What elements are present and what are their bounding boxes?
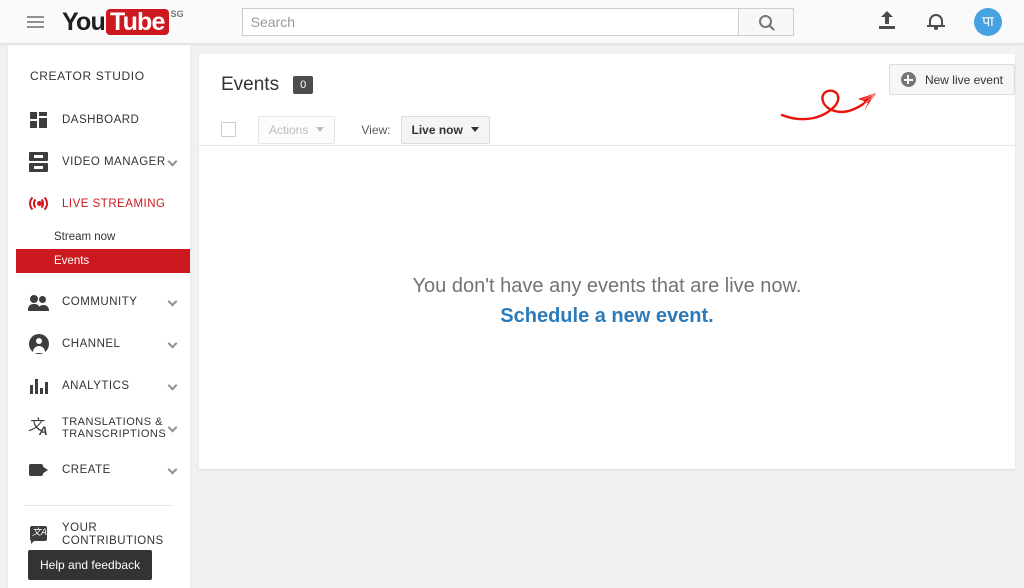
sidebar-item-label: CHANNEL [62, 338, 120, 351]
schedule-new-event-link[interactable]: Schedule a new event. [199, 305, 1015, 328]
search-area [242, 8, 794, 36]
upload-icon[interactable] [876, 11, 898, 33]
sidebar-subitem-stream-now[interactable]: Stream now [8, 225, 190, 249]
channel-icon [28, 333, 50, 355]
select-all-checkbox[interactable] [221, 122, 236, 137]
hamburger-menu-icon[interactable] [18, 5, 52, 39]
sidebar-item-label: YOUR CONTRIBUTIONS [62, 522, 190, 548]
chevron-down-icon [471, 127, 479, 132]
view-label: View: [361, 123, 390, 137]
events-toolbar: Actions View: Live now [199, 96, 1015, 146]
sidebar-item-label: CREATE [62, 464, 111, 477]
bell-icon[interactable] [926, 11, 946, 33]
masthead-actions: पा [876, 8, 1002, 36]
page-title: Events [221, 74, 279, 96]
create-icon [28, 459, 50, 481]
sidebar-subitem-events[interactable]: Events [16, 249, 190, 273]
help-and-feedback-button[interactable]: Help and feedback [28, 550, 152, 580]
sidebar-item-community[interactable]: COMMUNITY [8, 281, 190, 323]
chevron-down-icon [316, 127, 324, 132]
actions-dropdown-button[interactable]: Actions [258, 116, 335, 144]
sidebar-item-video-manager[interactable]: VIDEO MANAGER [8, 141, 190, 183]
sidebar-item-label: ANALYTICS [62, 380, 130, 393]
sidebar: CREATOR STUDIO DASHBOARD VIDEO MANAGER L… [8, 45, 190, 588]
sidebar-item-label: DASHBOARD [62, 114, 139, 127]
search-button[interactable] [738, 8, 794, 36]
empty-state: You don't have any events that are live … [199, 146, 1015, 328]
sidebar-item-translations[interactable]: 文A TRANSLATIONS & TRANSCRIPTIONS [8, 407, 190, 449]
actions-label: Actions [269, 123, 308, 137]
events-count-badge: 0 [293, 76, 313, 94]
hamburger-line [27, 16, 44, 18]
sidebar-item-live-streaming[interactable]: LIVE STREAMING [8, 183, 190, 225]
events-card: Events 0 Actions View: Live now You don'… [199, 54, 1015, 469]
logo-tube-text: Tube [106, 9, 169, 35]
sidebar-divider [24, 505, 174, 506]
masthead: You Tube SG पा [0, 0, 1024, 44]
new-live-event-label: New live event [925, 73, 1003, 87]
main-content: Events 0 Actions View: Live now You don'… [190, 45, 1024, 588]
new-live-event-button[interactable]: New live event [889, 64, 1015, 95]
analytics-icon [28, 375, 50, 397]
sidebar-item-dashboard[interactable]: DASHBOARD [8, 99, 190, 141]
view-value: Live now [412, 123, 463, 137]
creator-studio-title: CREATOR STUDIO [8, 45, 190, 99]
chevron-down-icon [168, 465, 178, 475]
sidebar-item-create[interactable]: CREATE [8, 449, 190, 491]
sidebar-item-channel[interactable]: CHANNEL [8, 323, 190, 365]
youtube-logo[interactable]: You Tube SG [62, 9, 184, 35]
sidebar-item-label: VIDEO MANAGER [62, 156, 166, 169]
chevron-down-icon [168, 339, 178, 349]
chevron-down-icon [168, 157, 178, 167]
empty-state-message: You don't have any events that are live … [413, 275, 802, 297]
sidebar-item-analytics[interactable]: ANALYTICS [8, 365, 190, 407]
dashboard-icon [28, 109, 50, 131]
avatar[interactable]: पा [974, 8, 1002, 36]
search-icon [759, 15, 772, 28]
plus-circle-icon [901, 72, 916, 87]
community-icon [28, 291, 50, 313]
logo-you-text: You [62, 9, 105, 35]
contributions-icon: 文A [28, 524, 50, 546]
chevron-down-icon [168, 297, 178, 307]
live-streaming-icon [28, 193, 50, 215]
sidebar-subitem-label: Stream now [54, 231, 115, 243]
sidebar-item-label: LIVE STREAMING [62, 198, 166, 211]
view-dropdown-button[interactable]: Live now [401, 116, 490, 144]
search-input[interactable] [242, 8, 738, 36]
sidebar-item-label: COMMUNITY [62, 296, 137, 309]
chevron-down-icon [168, 381, 178, 391]
translations-icon: 文A [28, 417, 50, 439]
video-manager-icon [28, 151, 50, 173]
sidebar-subitem-label: Events [54, 255, 89, 267]
hamburger-line [27, 26, 44, 28]
logo-country-code: SG [171, 9, 184, 20]
hamburger-line [27, 21, 44, 23]
